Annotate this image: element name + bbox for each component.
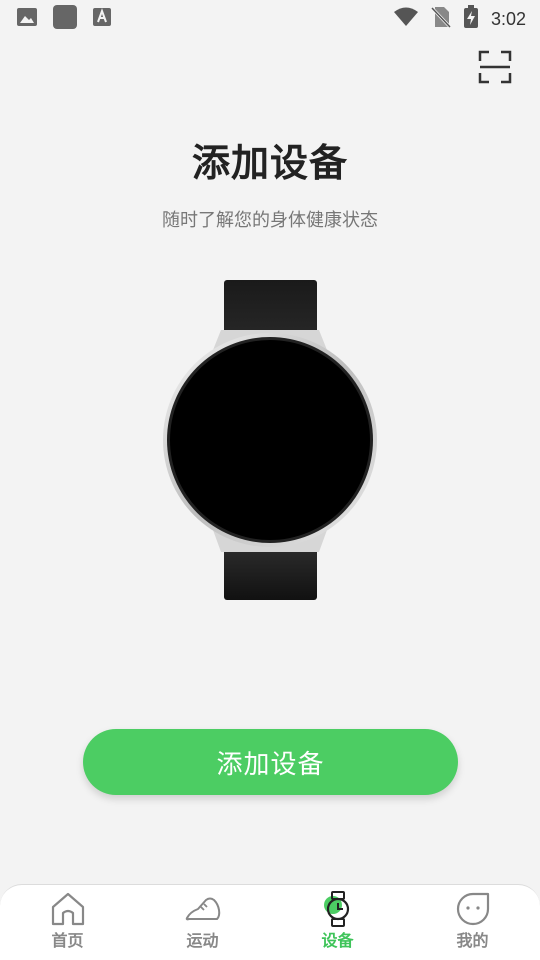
wifi-icon <box>393 7 419 31</box>
scan-button[interactable] <box>478 50 512 84</box>
status-right-icons: 3:02 <box>393 5 526 33</box>
nav-item-device[interactable]: 设备 <box>270 885 405 960</box>
text-a-icon <box>92 7 112 31</box>
add-device-button[interactable]: 添加设备 <box>83 729 458 795</box>
shoe-icon <box>183 891 223 927</box>
nav-item-sport[interactable]: 运动 <box>135 885 270 960</box>
battery-charging-icon <box>463 5 479 33</box>
nav-item-mine[interactable]: 我的 <box>405 885 540 960</box>
face-icon <box>453 891 493 927</box>
app-square-icon <box>52 4 78 34</box>
home-icon <box>48 891 88 927</box>
watch-icon <box>318 891 358 927</box>
nav-item-home[interactable]: 首页 <box>0 885 135 960</box>
nav-label-sport: 运动 <box>186 931 219 950</box>
smartwatch-illustration <box>163 280 377 600</box>
no-sim-icon <box>430 6 452 32</box>
page-subtitle: 随时了解您的身体健康状态 <box>162 210 378 231</box>
bottom-nav: 首页 运动 设备 我的 <box>0 884 540 960</box>
status-bar: 3:02 <box>0 0 540 38</box>
nav-label-device: 设备 <box>321 931 354 950</box>
nav-label-mine: 我的 <box>456 931 489 950</box>
nav-label-home: 首页 <box>51 931 84 950</box>
page-title: 添加设备 <box>191 141 348 185</box>
status-left-icons <box>16 4 112 34</box>
image-icon <box>16 7 38 31</box>
status-time: 3:02 <box>490 8 526 29</box>
scan-icon <box>478 50 512 84</box>
